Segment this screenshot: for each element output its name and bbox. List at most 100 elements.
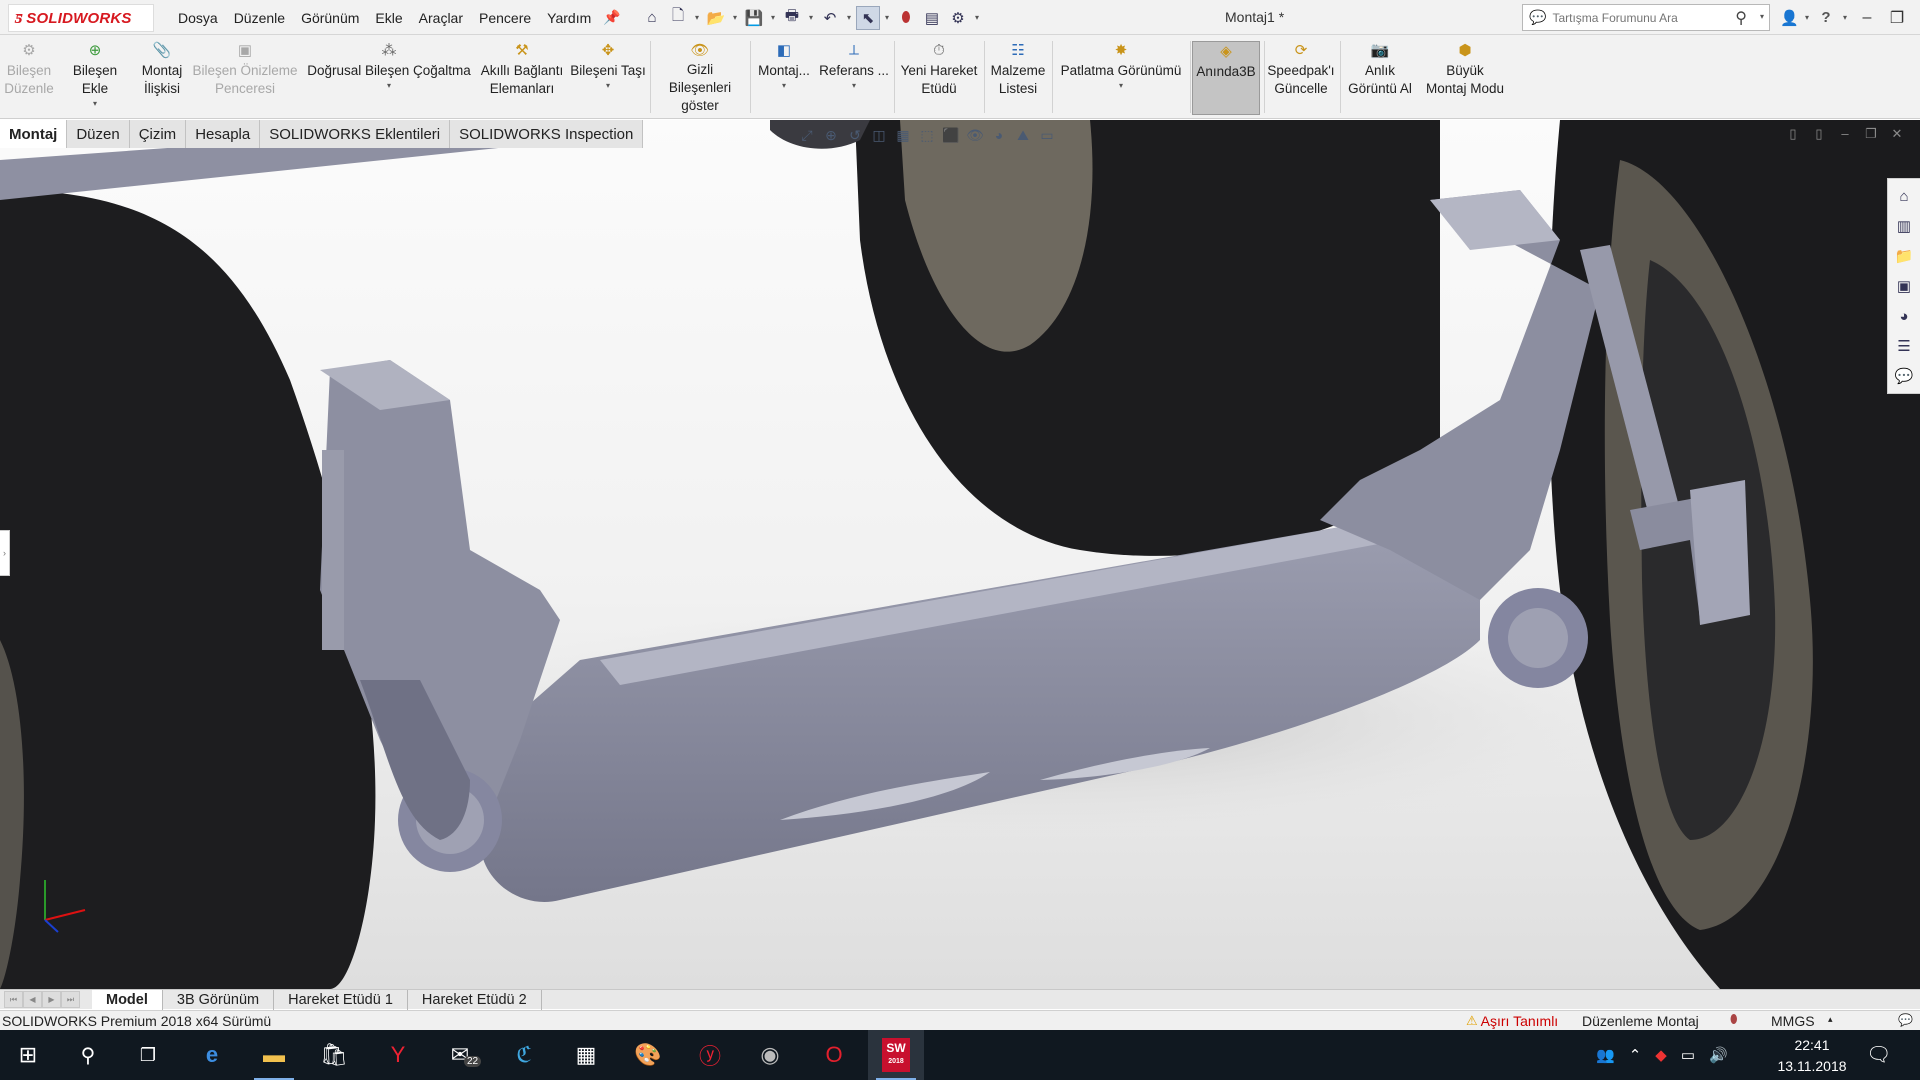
tab-motion-study-2[interactable]: Hareket Etüdü 2 [408,989,542,1010]
view-orientation-icon[interactable]: ⬚ [918,127,936,144]
apply-scene-icon[interactable]: ⛰ [1014,127,1032,144]
minimize-icon[interactable]: – [1856,9,1878,27]
tab-3d-view[interactable]: 3B Görünüm [163,989,275,1010]
menu-view[interactable]: Görünüm [293,10,367,26]
viewport-restore-icon[interactable]: ❐ [1864,126,1878,142]
tile-vertical-icon[interactable]: ▯ [1812,126,1826,142]
save-dropdown-icon[interactable]: ▾ [768,13,778,22]
insert-component-button[interactable]: ⊕ Bileşen Ekle ▾ [58,41,132,115]
open-folder-icon[interactable]: 📂 [704,6,728,30]
section-view-icon[interactable]: ◫ [870,127,888,144]
restore-icon[interactable]: ❐ [1886,8,1908,28]
display-style-icon[interactable]: ⬛ [942,127,960,144]
file-explorer-taskbar-icon[interactable]: ▬ [246,1030,302,1080]
menu-window[interactable]: Pencere [471,10,539,26]
feature-manager-expand-handle[interactable]: › [0,530,10,576]
undo-dropdown-icon[interactable]: ▾ [844,13,854,22]
select-dropdown-icon[interactable]: ▾ [882,13,892,22]
options-gear-icon[interactable]: ⚙ [946,6,970,30]
disc-app-icon[interactable]: ◉ [742,1030,798,1080]
take-snapshot-button[interactable]: 📷 Anlık Görüntü Al [1344,41,1416,115]
tile-horizontal-icon[interactable]: ▯ [1786,126,1800,142]
task-view-icon[interactable]: ❐ [120,1030,176,1080]
reference-geometry-dropdown-icon[interactable]: ▾ [852,82,856,90]
tab-sketch[interactable]: Çizim [129,120,187,148]
forum-search-input[interactable] [1552,10,1723,25]
home-icon[interactable]: ⌂ [640,6,664,30]
linear-pattern-button[interactable]: ⁂ Doğrusal Bileşen Çoğaltma ▾ [304,41,474,115]
help-icon[interactable]: ? [1818,9,1834,26]
new-document-icon[interactable]: 🗋 [666,6,690,30]
pin-icon[interactable]: 📌 [603,9,620,26]
store-icon[interactable]: 🛍 [306,1030,362,1080]
mate-button[interactable]: 📎 Montaj İlişkisi [138,41,186,115]
assembly-features-button[interactable]: ◧ Montaj... ▾ [754,41,814,115]
design-library-icon[interactable]: ▥ [1888,212,1920,240]
undo-icon[interactable]: ↶ [818,6,842,30]
select-cursor-icon[interactable]: ⬉ [856,5,880,30]
smart-fasteners-button[interactable]: ⚒ Akıllı Bağlantı Elemanları [478,41,566,115]
yandex-icon[interactable]: Y [370,1030,426,1080]
hide-show-items-icon[interactable]: 👁 [966,127,984,144]
people-icon[interactable]: 👥 [1596,1046,1615,1064]
menu-help[interactable]: Yardım [539,10,599,26]
tab-solidworks-addins[interactable]: SOLIDWORKS Eklentileri [260,120,451,148]
search-icon[interactable]: ⚲ [1735,8,1747,28]
yandex-browser-icon[interactable]: ⓨ [682,1030,738,1080]
edit-appearance-icon[interactable]: ◕ [990,127,1008,143]
large-assembly-mode-button[interactable]: ⬢ Büyük Montaj Modu [1420,41,1510,115]
menu-tools[interactable]: Araçlar [411,10,471,26]
tab-model[interactable]: Model [92,989,163,1010]
menu-insert[interactable]: Ekle [367,10,410,26]
user-icon[interactable]: 👤 [1780,9,1799,27]
zoom-to-fit-icon[interactable]: ⤢ [798,127,816,144]
save-icon[interactable]: 💾 [742,6,766,30]
solidworks-logo[interactable]: ƽ SOLIDWORKS [8,4,154,32]
viewport-close-icon[interactable]: ✕ [1890,126,1904,142]
update-speedpak-button[interactable]: ⟳ Speedpak'ı Güncelle [1266,41,1336,115]
print-icon[interactable]: 🖶 [780,6,804,30]
reference-geometry-button[interactable]: ⟂ Referans ... ▾ [818,41,890,115]
previous-tab-icon[interactable]: ◀ [23,991,42,1008]
tab-layout[interactable]: Düzen [67,120,130,148]
taskbar-search-icon[interactable]: ⚲ [60,1030,116,1080]
paint-icon[interactable]: 🎨 [620,1030,676,1080]
opera-icon[interactable]: O [806,1030,862,1080]
battery-icon[interactable]: ▭ [1681,1046,1695,1064]
taskbar-clock[interactable]: 22:41 13.11.2018 [1762,1035,1862,1077]
exploded-view-button[interactable]: ✸ Patlatma Görünümü ▾ [1056,41,1186,115]
previous-view-icon[interactable]: ↺ [846,127,864,144]
exploded-view-dropdown-icon[interactable]: ▾ [1119,82,1123,90]
forum-icon[interactable]: 💬 [1888,362,1920,390]
view-palette-icon[interactable]: ▣ [1888,272,1920,300]
show-hidden-components-button[interactable]: 👁 Gizli Bileşenleri göster [654,41,746,115]
assembly-features-dropdown-icon[interactable]: ▾ [782,82,786,90]
show-hidden-icons-chevron-icon[interactable]: ⌃ [1629,1046,1642,1064]
move-component-button[interactable]: ✥ Bileşeni Taşı ▾ [570,41,646,115]
tooltip-toggle-icon[interactable]: 💬 [1898,1013,1913,1027]
instant3d-button[interactable]: ◈ Anında3B [1192,41,1260,115]
zoom-to-area-icon[interactable]: ⊕ [822,127,840,144]
new-motion-study-button[interactable]: ⏱ Yeni Hareket Etüdü [898,41,980,115]
graphics-viewport[interactable] [0,120,1920,989]
help-dropdown-icon[interactable]: ▾ [1842,13,1848,22]
next-tab-icon[interactable]: ▶ [42,991,61,1008]
solidworks-taskbar-icon[interactable]: SW 2018 [868,1030,924,1080]
file-properties-icon[interactable]: ▤ [920,6,944,30]
move-component-dropdown-icon[interactable]: ▾ [606,82,610,90]
tab-motion-study-1[interactable]: Hareket Etüdü 1 [274,989,408,1010]
close-icon[interactable]: ✕ [1916,8,1920,28]
appearances-scenes-icon[interactable]: ◕ [1888,302,1920,330]
options-dropdown-icon[interactable]: ▾ [972,13,982,22]
menu-file[interactable]: Dosya [170,10,226,26]
custom-properties-icon[interactable]: ☰ [1888,332,1920,360]
view-settings-icon[interactable]: ▭ [1038,127,1056,144]
print-dropdown-icon[interactable]: ▾ [806,13,816,22]
viewport-minimize-icon[interactable]: – [1838,126,1852,142]
unit-dropdown-icon[interactable]: ▴ [1828,1014,1833,1025]
over-defined-warning[interactable]: ⚠ Aşırı Tanımlı [1466,1013,1558,1029]
tab-evaluate[interactable]: Hesapla [186,120,261,148]
file-explorer-icon[interactable]: 📁 [1888,242,1920,270]
open-dropdown-icon[interactable]: ▾ [730,13,740,22]
new-dropdown-icon[interactable]: ▾ [692,13,702,22]
